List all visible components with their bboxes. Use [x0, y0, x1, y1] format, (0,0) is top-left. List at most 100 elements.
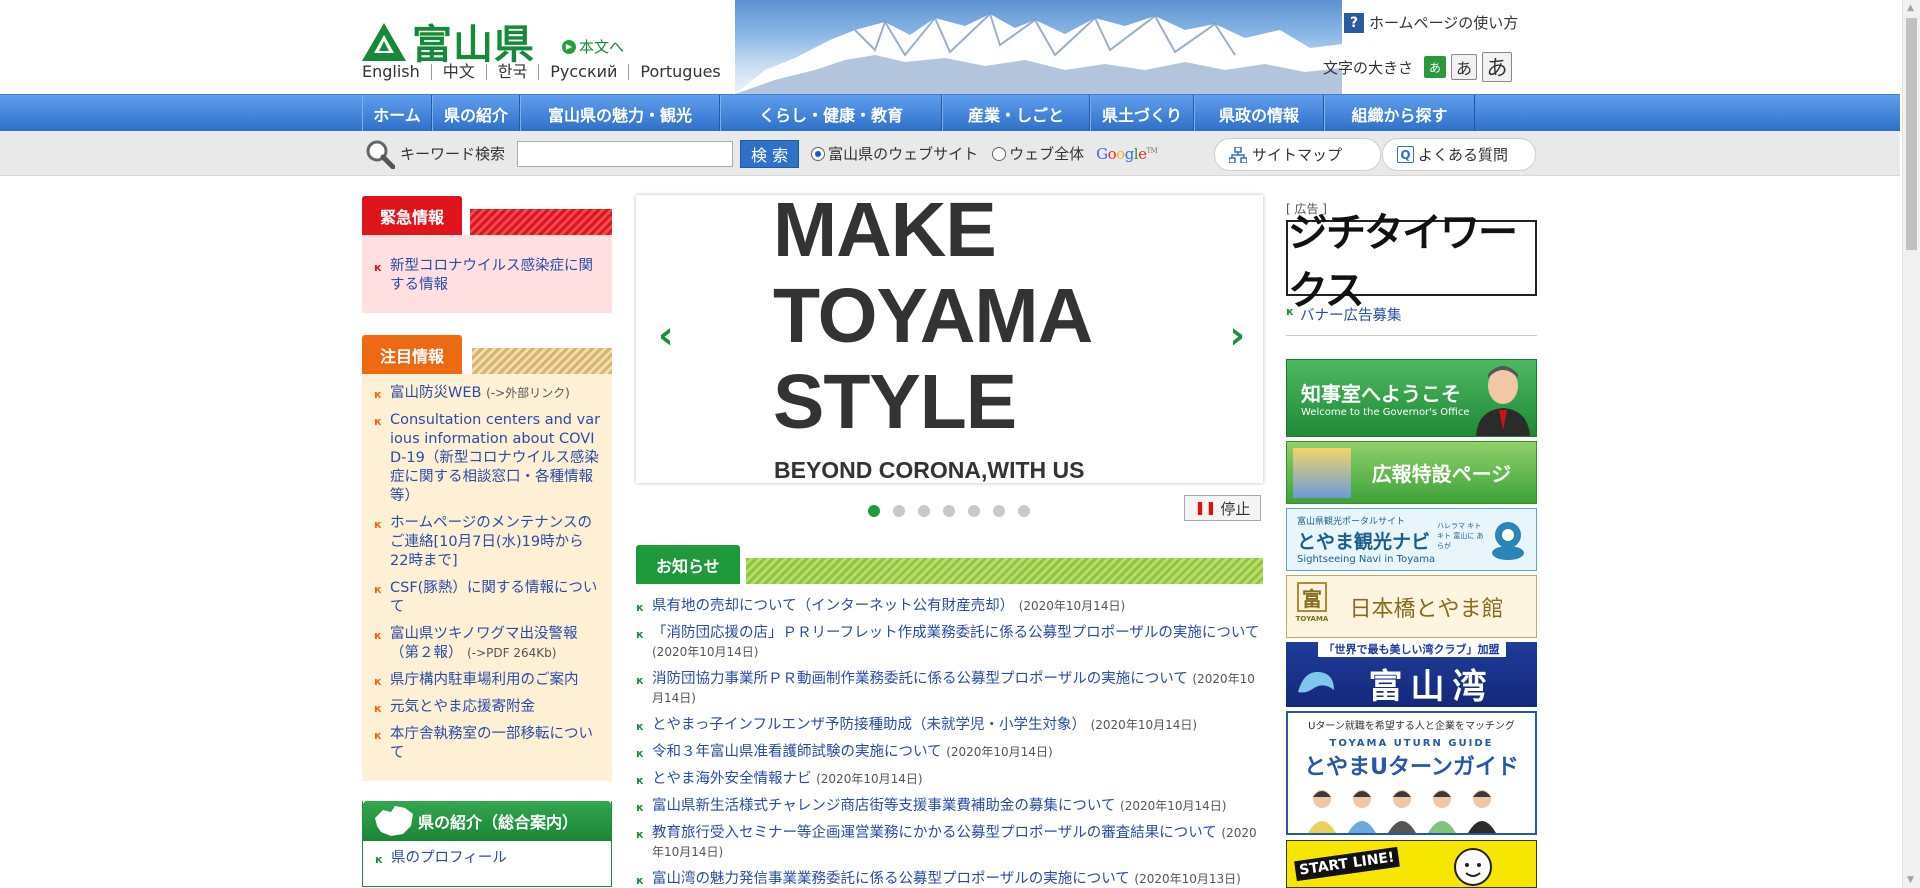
banner-recruit-link[interactable]: к バナー広告募集	[1286, 304, 1537, 325]
lang-korean[interactable]: 한국	[485, 64, 538, 80]
attention-item-text: 本庁舎執務室の一部移転について	[390, 726, 593, 761]
attention-item[interactable]: к CSF(豚熱）に関する情報について	[374, 579, 602, 617]
nav-living[interactable]: くらし・健康・教育	[720, 95, 942, 132]
toyama-bay-banner[interactable]: 「世界で最も美しい湾クラブ」加盟 富山湾	[1286, 642, 1537, 707]
vertical-scrollbar[interactable]: ▲ ▼	[1902, 0, 1920, 888]
lang-portuguese[interactable]: Portugues	[628, 64, 731, 80]
google-trademark: TM	[1146, 146, 1158, 155]
attention-bullet-icon: к	[374, 702, 382, 715]
attention-item[interactable]: к 県庁構内駐車場利用のご案内	[374, 671, 602, 690]
ad-banner[interactable]: ジチタイワークス	[1286, 210, 1537, 314]
banner-bullet-icon: к	[1286, 305, 1294, 318]
font-size-large-button[interactable]: あ	[1482, 52, 1513, 82]
governor-banner-sub: Welcome to the Governor's Office	[1301, 407, 1470, 418]
intro-item-text: 県のプロフィール	[391, 850, 507, 866]
banner-recruit-label: バナー広告募集	[1300, 308, 1402, 324]
governor-banner[interactable]: 知事室へようこそ Welcome to the Governor's Offic…	[1286, 359, 1537, 437]
slide-dot[interactable]	[1018, 505, 1030, 517]
slide-headline-line-2: TOYAMA	[773, 273, 1093, 359]
nav-home[interactable]: ホーム	[362, 95, 432, 132]
attention-item[interactable]: к 富山防災WEB (->外部リンク)	[374, 384, 602, 403]
emergency-spacer	[362, 235, 612, 257]
search-input[interactable]	[517, 140, 734, 167]
news-bullet-icon: к	[636, 628, 644, 641]
attention-bullet-icon: к	[374, 518, 382, 531]
news-item[interactable]: к 富山県新生活様式チャレンジ商店街等支援事業費補助金の募集について (2020年…	[636, 797, 1263, 816]
slide-prev-button[interactable]: ‹	[658, 313, 674, 357]
news-bullet-icon: к	[636, 801, 644, 814]
news-item[interactable]: к 消防団協力事業所ＰＲ動画制作業務委託に係る公募型プロポーザルの実施について (…	[636, 670, 1263, 708]
tourism-navi-top: 富山県観光ポータルサイト	[1297, 517, 1406, 527]
scrollbar-thumb[interactable]	[1906, 18, 1917, 250]
attention-item[interactable]: к 富山県ツキノワグマ出没警報（第２報） (->PDF 264Kb)	[374, 625, 602, 663]
lang-chinese[interactable]: 中文	[430, 64, 486, 80]
help-link-label: ホームページの使い方	[1369, 14, 1519, 32]
emergency-item[interactable]: к 新型コロナウイルス感染症に関する情報	[374, 257, 602, 295]
governor-photo-icon	[1476, 366, 1530, 436]
attention-item[interactable]: к Consultation centers and various inform…	[374, 411, 602, 506]
news-item[interactable]: к 県有地の売却について（インターネット公有財産売却） (2020年10月14日)	[636, 597, 1263, 616]
uturn-guide-banner[interactable]: Uターン就職を希望する人と企業をマッチング TOYAMA UTURN GUIDE…	[1286, 711, 1537, 835]
start-line-character-icon	[1454, 848, 1492, 886]
scroll-down-arrow-icon[interactable]: ▼	[1907, 875, 1914, 885]
font-size-small-button[interactable]: あ	[1424, 56, 1447, 78]
nav-land[interactable]: 県土づくり	[1090, 95, 1194, 132]
attention-item-text: CSF(豚熱）に関する情報について	[390, 580, 598, 615]
nihonbashi-sub: TOYAMA	[1295, 615, 1329, 623]
intro-item[interactable]: к 県のプロフィール	[375, 849, 601, 868]
news-item[interactable]: к 令和３年富山県准看護師試験の実施について (2020年10月14日)	[636, 743, 1263, 762]
uturn-guide-title: とやまUターンガイド	[1304, 755, 1519, 780]
nav-organization[interactable]: 組織から探す	[1324, 95, 1475, 132]
nav-prefecture-intro[interactable]: 県の紹介	[432, 95, 520, 132]
nav-industry[interactable]: 産業・しごと	[942, 95, 1090, 132]
slide-dot[interactable]	[893, 505, 905, 517]
nihonbashi-icon: 富	[1297, 582, 1327, 612]
faq-button[interactable]: Q よくある質問	[1382, 138, 1536, 171]
news-item[interactable]: к とやま海外安全情報ナビ (2020年10月14日)	[636, 770, 1263, 789]
slide-dot[interactable]	[918, 505, 930, 517]
nihonbashi-banner[interactable]: 富 TOYAMA 日本橋とやま館	[1286, 575, 1537, 638]
lang-english[interactable]: English	[362, 64, 431, 80]
news-item-text: 富山湾の魅力発信事業業務委託に係る公募型プロポーザルの実施について	[652, 871, 1130, 887]
attention-item[interactable]: к ホームページのメンテナンスのご連絡[10月7日(水)19時から22時まで]	[374, 514, 602, 571]
news-item[interactable]: к 「消防団応援の店」ＰＲリーフレット作成業務委託に係る公募型プロポーザルの実施に…	[636, 624, 1263, 662]
attention-bullet-icon: к	[374, 675, 382, 688]
sitemap-button[interactable]: サイトマップ	[1214, 138, 1381, 171]
slide-stop-button[interactable]: ❚❚ 停止	[1184, 495, 1261, 521]
tourism-navi-banner[interactable]: 富山県観光ポータルサイト とやま観光ナビ Sightseeing Navi in…	[1286, 508, 1537, 571]
attention-item-text: 県庁構内駐車場利用のご案内	[390, 672, 579, 688]
search-scope-web-radio[interactable]	[992, 146, 1007, 161]
attention-title: 注目情報	[362, 335, 463, 374]
right-column: [ 広告 ] ジチタイワークス к バナー広告募集	[1286, 200, 1537, 336]
start-line-banner[interactable]: START LINE!	[1286, 840, 1537, 888]
slide-dot[interactable]	[943, 505, 955, 517]
news-bullet-icon: к	[636, 874, 644, 887]
news-item[interactable]: к 富山湾の魅力発信事業業務委託に係る公募型プロポーザルの実施について (2020…	[636, 870, 1263, 888]
attention-bullet-icon: к	[374, 388, 382, 401]
help-link[interactable]: ? ホームページの使い方	[1344, 12, 1518, 33]
lang-russian[interactable]: Русский	[538, 64, 628, 80]
skip-to-content-link[interactable]: ▶ 本文へ	[562, 36, 624, 57]
nav-government-info[interactable]: 県政の情報	[1194, 95, 1324, 132]
search-scope-site-radio[interactable]	[811, 146, 826, 161]
pr-special-banner[interactable]: 広報特設ページ	[1286, 441, 1537, 504]
search-button[interactable]: 検 索	[740, 139, 800, 168]
news-item-text: 県有地の売却について（インターネット公有財産売却）	[652, 598, 1015, 614]
slide-dot[interactable]	[868, 505, 880, 517]
slide-dot[interactable]	[968, 505, 980, 517]
slide-dot[interactable]	[993, 505, 1005, 517]
tourism-navi-title: とやま観光ナビ	[1297, 531, 1431, 553]
attention-item[interactable]: к 元気とやま応援寄附金	[374, 698, 602, 717]
attention-bullet-icon: к	[374, 415, 382, 428]
scroll-up-arrow-icon[interactable]: ▲	[1907, 3, 1914, 13]
page: 富山県 ▶ 本文へ English 中文 한국 Русский Portugue…	[0, 0, 1920, 888]
nav-tourism[interactable]: 富山県の魅力・観光	[520, 95, 720, 132]
news-item[interactable]: к とやまっ子インフルエンザ予防接種助成（未就学児・小学生対象） (2020年10…	[636, 716, 1263, 735]
news-item-date: (2020年10月14日)	[652, 645, 759, 659]
news-item[interactable]: к 教育旅行受入セミナー等企画運営業務にかかる公募型プロポーザルの審査結果について…	[636, 824, 1263, 862]
slide-next-button[interactable]: ›	[1229, 313, 1245, 357]
news-bullet-icon: к	[636, 828, 644, 841]
news-item-date: (2020年10月14日)	[1090, 718, 1198, 732]
attention-item[interactable]: к 本庁舎執務室の一部移転について	[374, 725, 602, 763]
font-size-medium-button[interactable]: あ	[1451, 54, 1478, 80]
